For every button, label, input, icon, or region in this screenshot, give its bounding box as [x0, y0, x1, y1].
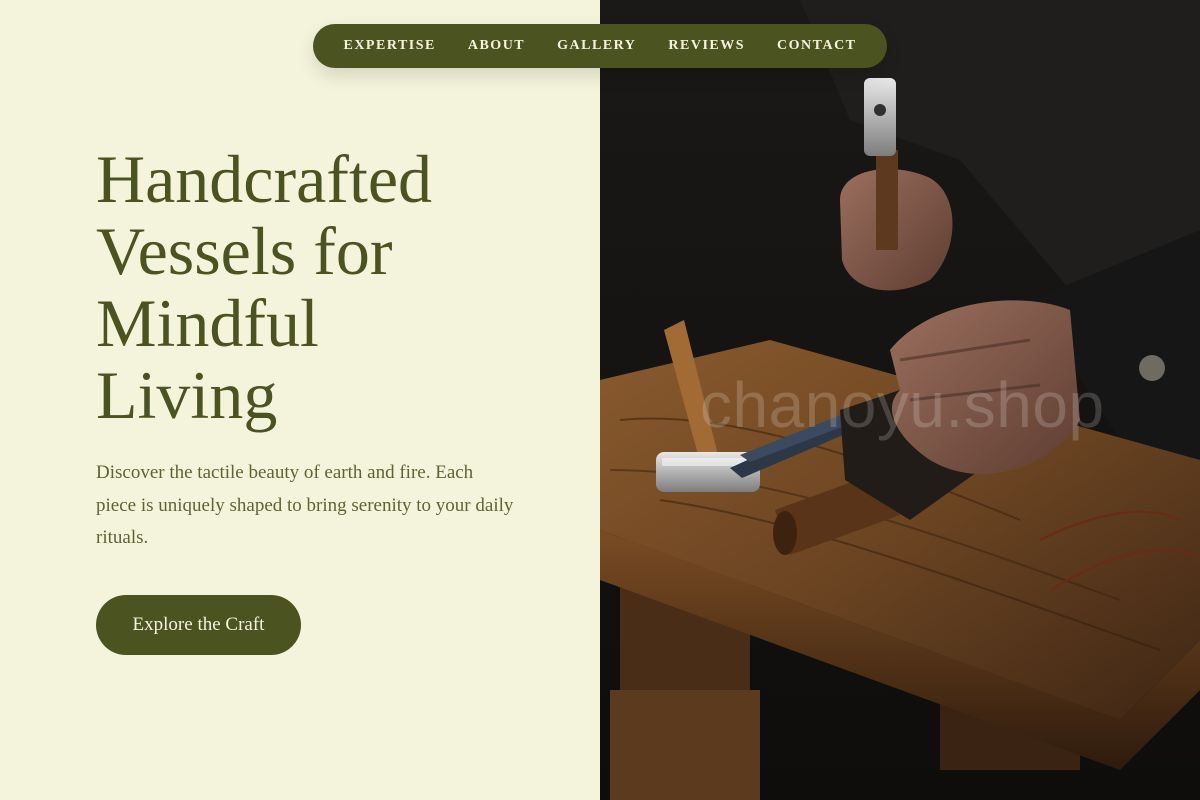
nav-link-expertise[interactable]: EXPERTISE: [343, 38, 435, 54]
nav-link-contact[interactable]: CONTACT: [777, 38, 856, 54]
nav-link-about[interactable]: ABOUT: [468, 38, 525, 54]
hero-left-panel: Handcrafted Vessels for Mindful Living D…: [0, 0, 600, 800]
nav-link-gallery[interactable]: GALLERY: [557, 38, 636, 54]
hero-title: Handcrafted Vessels for Mindful Living: [96, 141, 433, 433]
main-navigation: EXPERTISE ABOUT GALLERY REVIEWS CONTACT: [313, 24, 887, 68]
nav-link-reviews[interactable]: REVIEWS: [668, 38, 745, 54]
hero-description: Discover the tactile beauty of earth and…: [96, 462, 514, 548]
watermark-text: chanoyu.shop: [700, 369, 1105, 441]
explore-craft-button[interactable]: Explore the Craft: [96, 595, 301, 655]
